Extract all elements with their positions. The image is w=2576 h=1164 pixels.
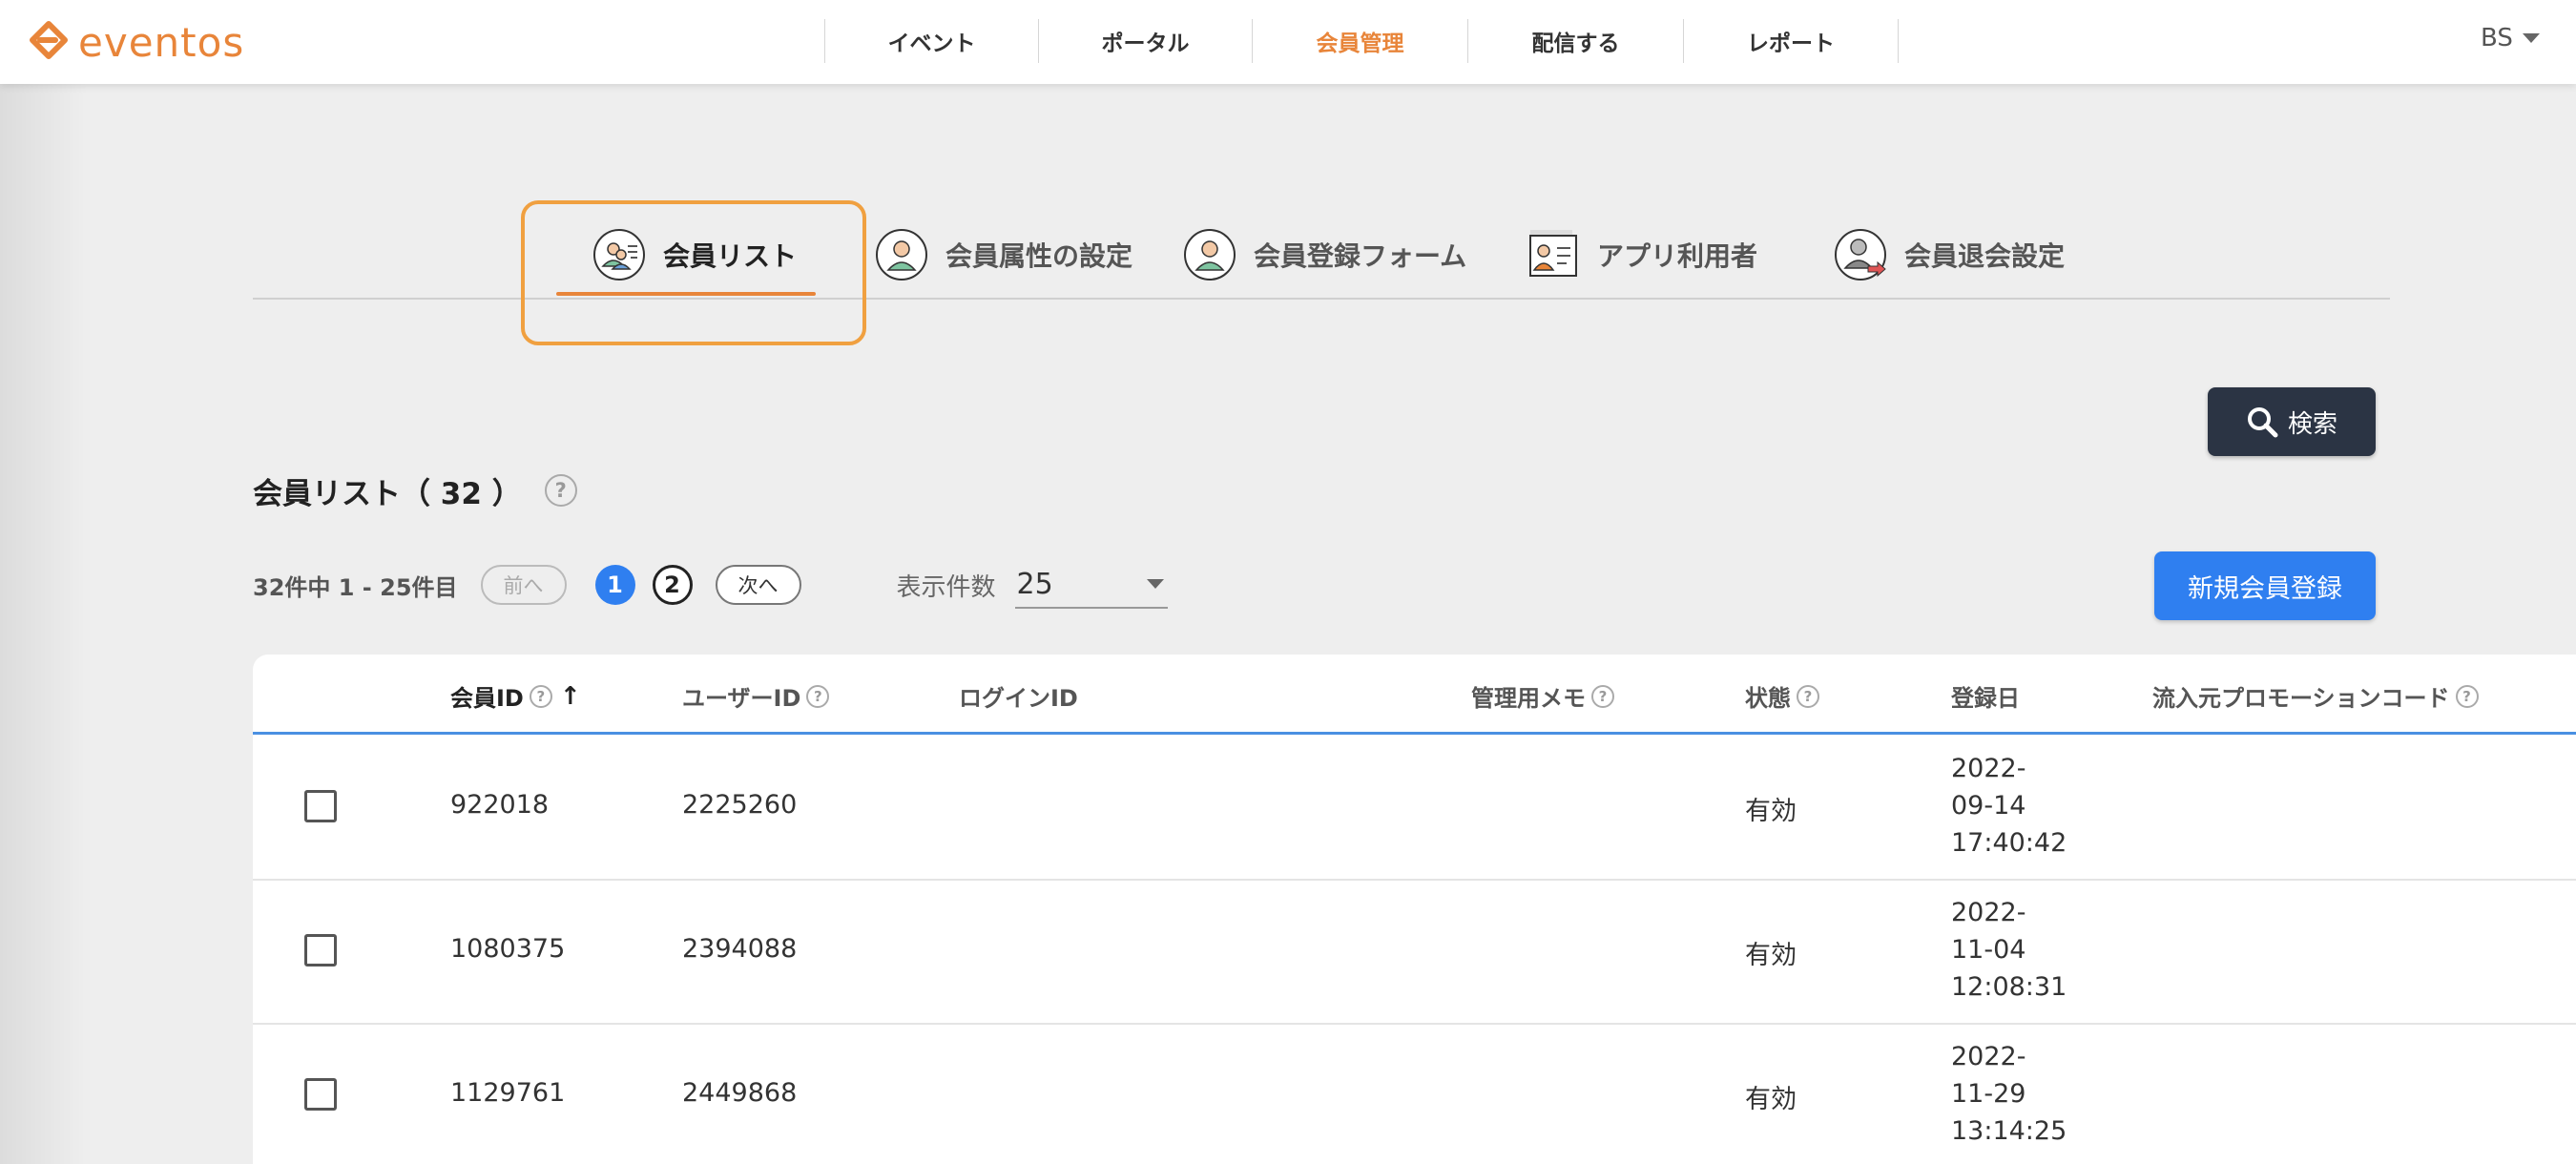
cell-registered-date: 2022- 11-29 13:14:25 xyxy=(1951,1038,2085,1150)
page-1-button[interactable]: 1 xyxy=(594,565,635,605)
search-button[interactable]: 検索 xyxy=(2208,387,2376,456)
date-line: 2022- xyxy=(1951,754,2026,783)
active-tab-highlight xyxy=(521,200,866,345)
tab-label: 会員退会設定 xyxy=(1904,240,2066,272)
app-logo[interactable]: eventos xyxy=(27,13,244,71)
table-row[interactable]: 922018 2225260 有効 2022- 09-14 17:40:42 xyxy=(253,737,2576,881)
date-line: 12:08:31 xyxy=(1951,972,2067,1002)
chevron-down-icon xyxy=(2522,33,2540,43)
row-checkbox[interactable] xyxy=(304,790,337,822)
column-header-promo-code[interactable]: 流入元プロモーションコード ? xyxy=(2152,679,2479,713)
row-checkbox[interactable] xyxy=(304,934,337,967)
help-icon[interactable]: ? xyxy=(2455,684,2479,708)
cell-member-id: 1080375 xyxy=(450,934,566,964)
date-line: 2022- xyxy=(1951,898,2026,927)
member-withdraw-icon xyxy=(1835,229,1886,281)
column-label: 流入元プロモーションコード xyxy=(2152,685,2450,712)
cell-member-id: 922018 xyxy=(450,790,550,820)
column-header-registered-date[interactable]: 登録日 xyxy=(1951,679,2020,713)
date-line: 09-14 xyxy=(1951,791,2026,821)
help-icon[interactable]: ? xyxy=(544,474,577,507)
next-page-button[interactable]: 次へ xyxy=(715,565,801,605)
nav-item-portal[interactable]: ポータル xyxy=(1038,19,1252,63)
cell-user-id: 2225260 xyxy=(682,790,798,820)
main-nav: イベント ポータル 会員管理 配信する レポート xyxy=(824,19,1899,63)
column-label: ログインID xyxy=(959,685,1078,712)
tab-member-form[interactable]: 会員登録フォーム xyxy=(1183,221,1466,288)
tab-label: アプリ利用者 xyxy=(1597,240,1758,272)
cell-registered-date: 2022- 09-14 17:40:42 xyxy=(1951,750,2085,862)
help-icon[interactable]: ? xyxy=(1591,684,1614,708)
tab-label: 会員属性の設定 xyxy=(945,240,1133,272)
date-line: 13:14:25 xyxy=(1951,1116,2067,1146)
table-body: 922018 2225260 有効 2022- 09-14 17:40:42 1… xyxy=(253,737,2576,1164)
column-label: 登録日 xyxy=(1951,685,2020,712)
cell-member-id: 1129761 xyxy=(450,1078,566,1108)
column-label: 会員ID xyxy=(450,685,524,712)
member-attribute-icon xyxy=(876,229,927,281)
table-header: 会員ID ? ↑ ユーザーID ? ログインID 管理用メモ ? 状態 ? 登録… xyxy=(253,655,2576,735)
nav-item-distribute[interactable]: 配信する xyxy=(1467,19,1683,63)
nav-item-member-management[interactable]: 会員管理 xyxy=(1252,19,1467,63)
cell-user-id: 2449868 xyxy=(682,1078,798,1108)
table-row[interactable]: 1080375 2394088 有効 2022- 11-04 12:08:31 xyxy=(253,881,2576,1025)
search-icon xyxy=(2247,407,2278,438)
column-header-status[interactable]: 状態 ? xyxy=(1745,679,1819,713)
tab-member-withdraw[interactable]: 会員退会設定 xyxy=(1834,221,2065,288)
date-line: 2022- xyxy=(1951,1042,2026,1071)
user-menu[interactable]: BS xyxy=(2481,17,2576,59)
prev-page-button[interactable]: 前へ xyxy=(480,565,567,605)
left-shade xyxy=(0,84,86,1164)
help-icon[interactable]: ? xyxy=(1797,684,1819,708)
result-summary: 32件中 1 - 25件目 xyxy=(253,573,458,601)
logo-text: eventos xyxy=(78,18,245,66)
app-user-icon xyxy=(1529,230,1577,277)
per-page-label: 表示件数 xyxy=(896,572,996,602)
per-page-value: 25 xyxy=(1016,567,1053,601)
eventos-logo-icon xyxy=(30,21,68,59)
cell-status: 有効 xyxy=(1745,797,1797,826)
sort-arrow-up-icon: ↑ xyxy=(559,681,581,711)
date-line: 11-29 xyxy=(1951,1079,2026,1109)
tab-label: 会員登録フォーム xyxy=(1254,240,1467,272)
cell-status: 有効 xyxy=(1745,941,1797,970)
nav-item-events[interactable]: イベント xyxy=(824,19,1038,63)
member-list-title: 会員リスト（ 32 ） xyxy=(253,476,522,511)
date-line: 17:40:42 xyxy=(1951,828,2067,858)
help-icon[interactable]: ? xyxy=(529,684,552,708)
column-label: 管理用メモ xyxy=(1471,685,1586,712)
column-header-member-id[interactable]: 会員ID ? ↑ xyxy=(450,679,581,713)
top-header: eventos イベント ポータル 会員管理 配信する レポート BS xyxy=(0,0,2576,84)
row-checkbox[interactable] xyxy=(304,1078,337,1111)
page-2-button[interactable]: 2 xyxy=(652,565,693,605)
member-form-icon xyxy=(1184,229,1236,281)
user-initials: BS xyxy=(2481,24,2513,52)
date-line: 11-04 xyxy=(1951,935,2026,965)
nav-item-report[interactable]: レポート xyxy=(1683,19,1899,63)
cell-registered-date: 2022- 11-04 12:08:31 xyxy=(1951,894,2085,1006)
table-row[interactable]: 1129761 2449868 有効 2022- 11-29 13:14:25 xyxy=(253,1025,2576,1164)
chevron-down-icon xyxy=(1146,579,1164,589)
member-table: 会員ID ? ↑ ユーザーID ? ログインID 管理用メモ ? 状態 ? 登録… xyxy=(253,655,2576,1164)
per-page-select[interactable]: 25 xyxy=(1014,561,1168,609)
tab-app-users[interactable]: アプリ利用者 xyxy=(1527,221,1757,288)
new-member-register-button[interactable]: 新規会員登録 xyxy=(2154,551,2376,620)
tab-member-attributes[interactable]: 会員属性の設定 xyxy=(875,221,1132,288)
cell-user-id: 2394088 xyxy=(682,934,798,964)
column-label: 状態 xyxy=(1745,685,1791,712)
column-header-memo[interactable]: 管理用メモ ? xyxy=(1471,679,1614,713)
pagination: 32件中 1 - 25件目 前へ 1 2 次へ 表示件数 25 xyxy=(253,561,1168,609)
column-label: ユーザーID xyxy=(682,685,801,712)
search-button-label: 検索 xyxy=(2287,409,2337,439)
column-header-user-id[interactable]: ユーザーID ? xyxy=(682,679,830,713)
column-header-login-id[interactable]: ログインID xyxy=(959,679,1078,713)
help-icon[interactable]: ? xyxy=(806,684,830,708)
page-title: 会員リスト（ 32 ） ? xyxy=(253,471,577,511)
cell-status: 有効 xyxy=(1745,1085,1797,1114)
